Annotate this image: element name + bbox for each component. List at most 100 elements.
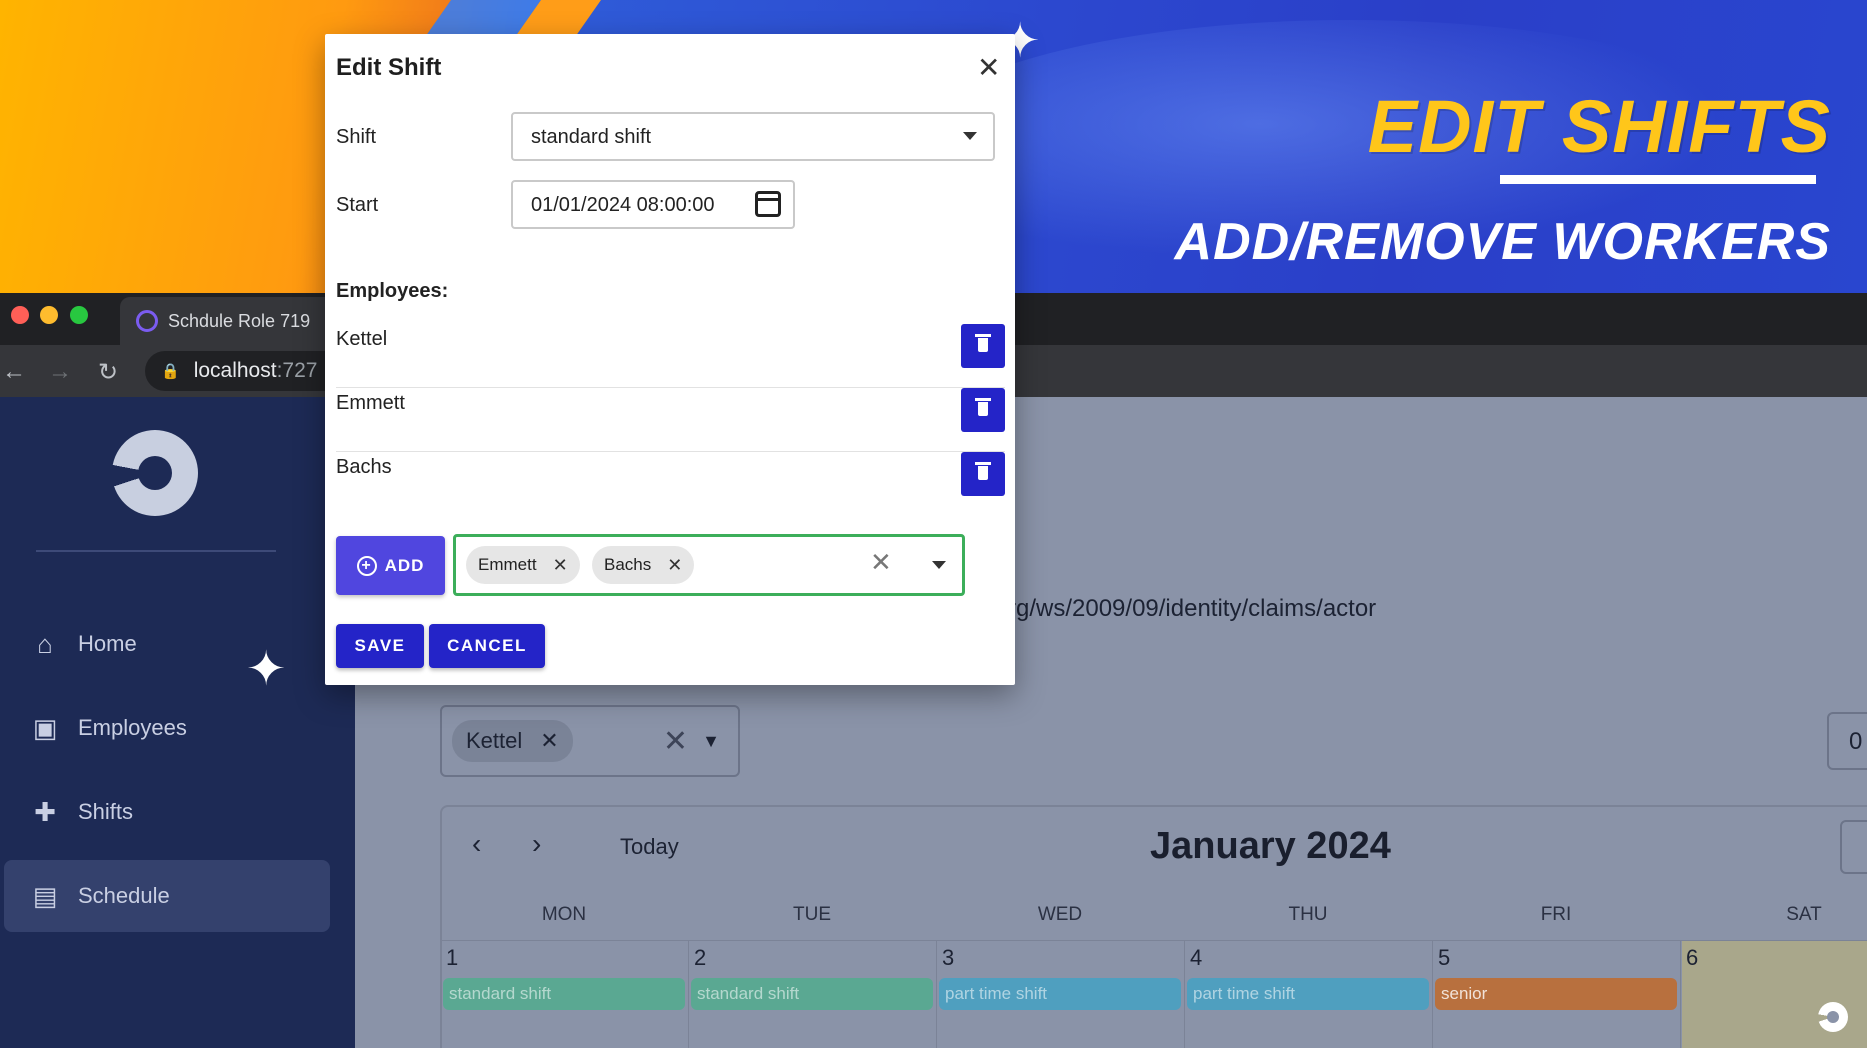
employee-row: Emmett bbox=[336, 388, 1005, 452]
window-close-icon[interactable] bbox=[11, 306, 29, 324]
banner-title: EDIT SHIFTS bbox=[1367, 85, 1831, 168]
sidebar-item-label: Schedule bbox=[78, 883, 170, 908]
event-label: senior bbox=[1441, 984, 1488, 1003]
banner-underline bbox=[1500, 175, 1816, 184]
trash-icon[interactable] bbox=[961, 452, 1005, 496]
employee-name: Bachs bbox=[336, 456, 392, 478]
window-maximize-icon[interactable] bbox=[70, 306, 88, 324]
day-number: 4 bbox=[1190, 945, 1203, 970]
claim-text: rg/ws/2009/09/identity/claims/actor bbox=[1008, 595, 1377, 622]
forward-arrow-icon[interactable]: → bbox=[48, 358, 72, 386]
start-datetime-input[interactable]: 01/01/2024 08:00:00 bbox=[511, 180, 795, 229]
calendar-event[interactable]: part time shift bbox=[1187, 978, 1429, 1010]
clear-icon[interactable]: ✕ bbox=[870, 549, 892, 575]
watermark-logo bbox=[1818, 1002, 1848, 1032]
window-minimize-icon[interactable] bbox=[40, 306, 58, 324]
next-month-icon[interactable]: › bbox=[532, 828, 541, 860]
weekday-header: TUE bbox=[793, 904, 831, 925]
address-text: localhost:727 bbox=[194, 359, 318, 383]
chevron-down-icon[interactable]: ▼ bbox=[702, 731, 720, 752]
day-number: 6 bbox=[1686, 945, 1699, 970]
selected-employee-chip[interactable]: Bachs ✕ bbox=[592, 546, 695, 584]
chip-label: Bachs bbox=[604, 555, 652, 574]
add-circle-icon: + bbox=[356, 555, 377, 576]
url-host: localhost bbox=[193, 359, 277, 382]
add-employee-button[interactable]: + ADD bbox=[336, 536, 445, 595]
sidebar-item-shifts[interactable]: ✚ Shifts bbox=[4, 776, 330, 848]
calendar-grid-line bbox=[688, 940, 689, 1048]
calendar-grid-line bbox=[1432, 940, 1433, 1048]
trash-icon[interactable] bbox=[961, 324, 1005, 368]
calendar-title: January 2024 bbox=[1150, 825, 1391, 867]
weekday-header: WED bbox=[1037, 904, 1083, 925]
calendar-event[interactable]: standard shift bbox=[443, 978, 685, 1010]
date-field[interactable]: 0 bbox=[1827, 712, 1867, 770]
selected-employee-chip[interactable]: Emmett ✕ bbox=[466, 546, 580, 584]
browser-tab[interactable]: Schdule Role 719 bbox=[120, 297, 340, 345]
calendar-event[interactable]: senior bbox=[1435, 978, 1677, 1010]
edit-shift-dialog: Edit Shift ✕ Shift standard shift Start … bbox=[325, 34, 1015, 685]
chevron-down-icon[interactable] bbox=[932, 561, 946, 569]
trash-icon[interactable] bbox=[961, 388, 1005, 432]
back-arrow-icon[interactable]: ← bbox=[2, 358, 26, 386]
day-number: 2 bbox=[694, 945, 707, 970]
event-label: part time shift bbox=[1193, 984, 1296, 1003]
calendar-icon[interactable] bbox=[755, 191, 781, 217]
weekday-header: MON bbox=[541, 904, 587, 925]
event-label: part time shift bbox=[945, 984, 1048, 1003]
employee-row: Bachs bbox=[336, 452, 1005, 516]
employee-name: Emmett bbox=[336, 392, 405, 414]
calendar-grid-line bbox=[440, 940, 1867, 941]
browser-tab-title: Schdule Role 719 bbox=[168, 310, 311, 331]
lock-icon: 🔒 bbox=[161, 363, 180, 380]
chip-label: Emmett bbox=[478, 555, 537, 574]
day-number: 5 bbox=[1438, 945, 1451, 970]
weekday-header: THU bbox=[1288, 904, 1328, 925]
dialog-title: Edit Shift bbox=[336, 54, 442, 81]
day-number: 3 bbox=[942, 945, 955, 970]
chip-label: Kettel bbox=[466, 728, 523, 753]
employee-filter-chip[interactable]: Kettel ✕ bbox=[452, 720, 573, 762]
event-label: standard shift bbox=[697, 984, 800, 1003]
calendar-event[interactable]: standard shift bbox=[691, 978, 933, 1010]
home-icon: ⌂ bbox=[37, 628, 53, 659]
sidebar-item-label: Shifts bbox=[78, 799, 134, 824]
add-button-label: ADD bbox=[384, 555, 425, 575]
sidebar-item-employees[interactable]: ▣ Employees bbox=[4, 692, 330, 764]
app-favicon-icon bbox=[136, 310, 158, 332]
chevron-down-icon bbox=[963, 132, 977, 140]
chip-remove-icon[interactable]: ✕ bbox=[667, 555, 682, 576]
calendar-grid-line bbox=[1184, 940, 1185, 1048]
clear-icon[interactable]: ✕ bbox=[663, 724, 688, 759]
shift-select[interactable]: standard shift bbox=[511, 112, 995, 161]
view-toggle-button[interactable] bbox=[1840, 820, 1867, 874]
close-icon[interactable]: ✕ bbox=[977, 54, 1000, 82]
chip-remove-icon[interactable]: ✕ bbox=[553, 555, 568, 576]
app-logo[interactable] bbox=[112, 430, 198, 516]
sidebar-item-label: Home bbox=[78, 631, 137, 656]
calendar-event[interactable]: part time shift bbox=[939, 978, 1181, 1010]
weekday-header: SAT bbox=[1786, 904, 1822, 925]
reload-icon[interactable]: ↻ bbox=[98, 358, 118, 387]
employee-multi-select[interactable]: Emmett ✕ Bachs ✕ ✕ bbox=[453, 534, 965, 596]
calendar-grid-line bbox=[1680, 940, 1681, 1048]
calendar-grid-line bbox=[936, 940, 937, 1048]
sparkle-icon: ✦ bbox=[246, 643, 287, 696]
employee-filter-select[interactable]: Kettel ✕ ✕ ▼ bbox=[440, 705, 740, 777]
url-port: :727 bbox=[276, 359, 318, 382]
prev-month-icon[interactable]: ‹ bbox=[472, 828, 481, 860]
chip-remove-icon[interactable]: ✕ bbox=[540, 728, 558, 754]
weekend-cell[interactable] bbox=[1682, 941, 1867, 1048]
employee-row: Kettel bbox=[336, 324, 1005, 388]
banner-subtitle: ADD/REMOVE WORKERS bbox=[1174, 213, 1831, 271]
cancel-button[interactable]: CANCEL bbox=[429, 624, 545, 668]
event-label: standard shift bbox=[449, 984, 552, 1003]
save-button[interactable]: SAVE bbox=[336, 624, 424, 668]
shift-label: Shift bbox=[336, 126, 377, 148]
person-badge-icon: ▣ bbox=[32, 712, 58, 743]
weekday-header: FRI bbox=[1540, 904, 1572, 925]
today-button[interactable]: Today bbox=[620, 834, 679, 860]
sidebar-divider bbox=[36, 550, 276, 552]
day-number: 1 bbox=[446, 945, 459, 970]
sidebar-item-schedule[interactable]: ▤ Schedule bbox=[4, 860, 330, 932]
